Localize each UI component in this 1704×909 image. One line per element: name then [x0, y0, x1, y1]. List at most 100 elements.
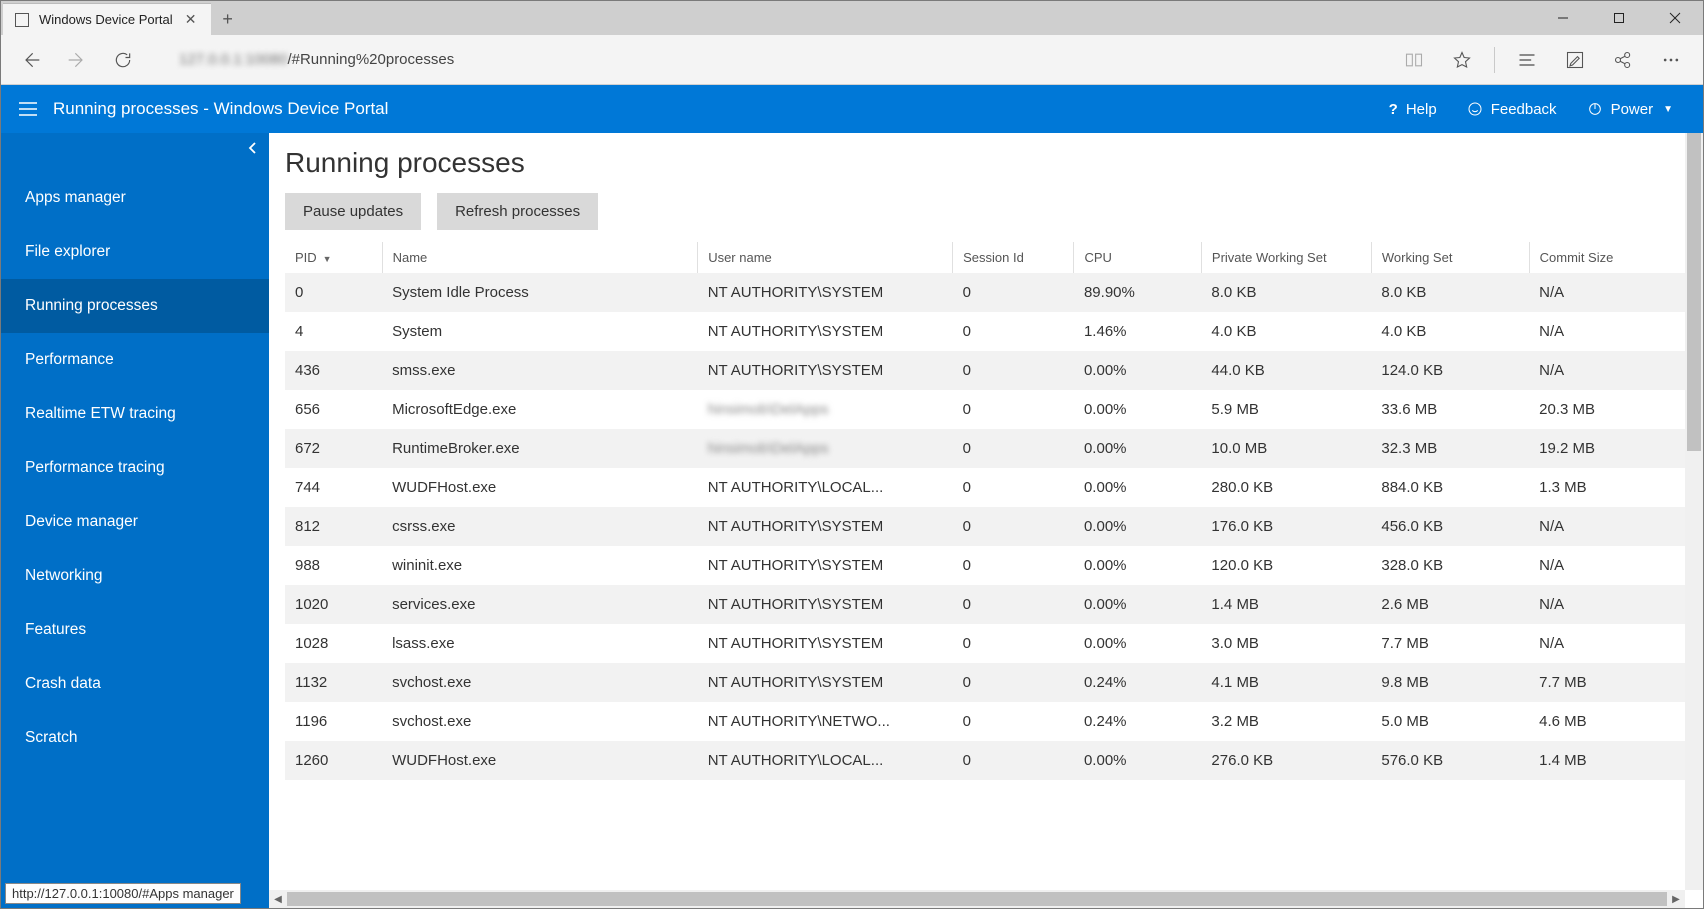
cell: 5.0 MB — [1371, 702, 1529, 741]
cell: 0.24% — [1074, 702, 1201, 741]
cell: wininit.exe — [382, 546, 698, 585]
hub-icon[interactable] — [1505, 40, 1549, 80]
table-row[interactable]: 436smss.exeNT AUTHORITY\SYSTEM00.00%44.0… — [285, 351, 1687, 390]
cell: svchost.exe — [382, 663, 698, 702]
column-header-working-set[interactable]: Working Set — [1371, 242, 1529, 273]
cell: 0.00% — [1074, 546, 1201, 585]
reading-view-icon[interactable] — [1392, 40, 1436, 80]
refresh-processes-button[interactable]: Refresh processes — [437, 193, 598, 230]
cell: NT AUTHORITY\NETWO... — [698, 702, 953, 741]
url-display[interactable]: 127.0.0.1:10080 /#Running%20processes — [179, 51, 454, 68]
column-header-commit-size[interactable]: Commit Size — [1529, 242, 1687, 273]
cell: NT AUTHORITY\SYSTEM — [698, 663, 953, 702]
close-tab-icon[interactable]: ✕ — [183, 12, 199, 28]
table-row[interactable]: 672RuntimeBroker.exehinsimob\DelApps00.0… — [285, 429, 1687, 468]
feedback-link[interactable]: Feedback — [1455, 85, 1569, 133]
cell: RuntimeBroker.exe — [382, 429, 698, 468]
cell: NT AUTHORITY\SYSTEM — [698, 273, 953, 312]
cell: 0 — [953, 507, 1074, 546]
help-link[interactable]: ? Help — [1377, 85, 1449, 133]
hscroll-thumb[interactable] — [287, 892, 1667, 906]
cell: hinsimob\DelApps — [698, 390, 953, 429]
status-bar-link-preview: http://127.0.0.1:10080/#Apps manager — [5, 883, 241, 904]
sidebar-item-realtime-etw-tracing[interactable]: Realtime ETW tracing — [1, 387, 269, 441]
vertical-scrollbar[interactable] — [1685, 133, 1703, 890]
table-row[interactable]: 1132svchost.exeNT AUTHORITY\SYSTEM00.24%… — [285, 663, 1687, 702]
sidebar-item-apps-manager[interactable]: Apps manager — [1, 171, 269, 225]
power-menu[interactable]: Power ▼ — [1575, 85, 1685, 133]
nav-back-button[interactable] — [11, 40, 51, 80]
more-icon[interactable] — [1649, 40, 1693, 80]
sidebar-item-crash-data[interactable]: Crash data — [1, 657, 269, 711]
cell: 3.2 MB — [1201, 702, 1371, 741]
table-row[interactable]: 1196svchost.exeNT AUTHORITY\NETWO...00.2… — [285, 702, 1687, 741]
cell: 436 — [285, 351, 382, 390]
cell: 33.6 MB — [1371, 390, 1529, 429]
table-row[interactable]: 988wininit.exeNT AUTHORITY\SYSTEM00.00%1… — [285, 546, 1687, 585]
cell: 1132 — [285, 663, 382, 702]
table-row[interactable]: 4SystemNT AUTHORITY\SYSTEM01.46%4.0 KB4.… — [285, 312, 1687, 351]
cell: 1028 — [285, 624, 382, 663]
window-maximize-button[interactable] — [1591, 1, 1647, 35]
tab-title: Windows Device Portal — [39, 12, 173, 27]
table-row[interactable]: 812csrss.exeNT AUTHORITY\SYSTEM00.00%176… — [285, 507, 1687, 546]
sidebar-collapse-icon[interactable] — [247, 141, 259, 157]
cell: 0 — [953, 429, 1074, 468]
column-header-name[interactable]: Name — [382, 242, 698, 273]
cell: 19.2 MB — [1529, 429, 1687, 468]
cell: 744 — [285, 468, 382, 507]
sidebar-item-scratch[interactable]: Scratch — [1, 711, 269, 765]
cell: svchost.exe — [382, 702, 698, 741]
cell: 4.0 KB — [1371, 312, 1529, 351]
table-row[interactable]: 1020services.exeNT AUTHORITY\SYSTEM00.00… — [285, 585, 1687, 624]
cell: 0 — [953, 702, 1074, 741]
nav-forward-button[interactable] — [57, 40, 97, 80]
cell: N/A — [1529, 585, 1687, 624]
sidebar-item-features[interactable]: Features — [1, 603, 269, 657]
sidebar-item-networking[interactable]: Networking — [1, 549, 269, 603]
favorite-star-icon[interactable] — [1440, 40, 1484, 80]
window-minimize-button[interactable] — [1535, 1, 1591, 35]
hscroll-left-icon[interactable]: ◀ — [269, 890, 287, 908]
cell: 0.00% — [1074, 351, 1201, 390]
cell: 0 — [953, 663, 1074, 702]
cell: 0 — [285, 273, 382, 312]
hamburger-menu-icon[interactable] — [7, 85, 49, 133]
column-header-cpu[interactable]: CPU — [1074, 242, 1201, 273]
window-close-button[interactable] — [1647, 1, 1703, 35]
vertical-scroll-thumb[interactable] — [1687, 133, 1701, 451]
table-row[interactable]: 744WUDFHost.exeNT AUTHORITY\LOCAL...00.0… — [285, 468, 1687, 507]
column-header-user-name[interactable]: User name — [698, 242, 953, 273]
table-row[interactable]: 0System Idle ProcessNT AUTHORITY\SYSTEM0… — [285, 273, 1687, 312]
cell: 1.46% — [1074, 312, 1201, 351]
table-row[interactable]: 1260WUDFHost.exeNT AUTHORITY\LOCAL...00.… — [285, 741, 1687, 780]
table-row[interactable]: 656MicrosoftEdge.exehinsimob\DelApps00.0… — [285, 390, 1687, 429]
cell: MicrosoftEdge.exe — [382, 390, 698, 429]
column-header-private-working-set[interactable]: Private Working Set — [1201, 242, 1371, 273]
webnote-icon[interactable] — [1553, 40, 1597, 80]
table-row[interactable]: 1028lsass.exeNT AUTHORITY\SYSTEM00.00%3.… — [285, 624, 1687, 663]
column-header-session-id[interactable]: Session Id — [953, 242, 1074, 273]
sidebar-item-file-explorer[interactable]: File explorer — [1, 225, 269, 279]
hscroll-right-icon[interactable]: ▶ — [1667, 890, 1685, 908]
sidebar-item-running-processes[interactable]: Running processes — [1, 279, 269, 333]
sidebar-item-performance[interactable]: Performance — [1, 333, 269, 387]
process-table: PID▼NameUser nameSession IdCPUPrivate Wo… — [285, 242, 1687, 780]
app-header-bar: Running processes - Windows Device Porta… — [1, 85, 1703, 133]
column-header-pid[interactable]: PID▼ — [285, 242, 382, 273]
nav-refresh-button[interactable] — [103, 40, 143, 80]
sidebar-item-performance-tracing[interactable]: Performance tracing — [1, 441, 269, 495]
new-tab-button[interactable]: + — [211, 3, 245, 35]
tab-strip: Windows Device Portal ✕ + — [1, 1, 245, 35]
sidebar-item-device-manager[interactable]: Device manager — [1, 495, 269, 549]
cell: 1.3 MB — [1529, 468, 1687, 507]
browser-tab[interactable]: Windows Device Portal ✕ — [3, 3, 211, 35]
pause-updates-button[interactable]: Pause updates — [285, 193, 421, 230]
horizontal-scrollbar[interactable]: ◀ ▶ — [269, 890, 1685, 908]
address-bar: 127.0.0.1:10080 /#Running%20processes — [1, 35, 1703, 85]
share-icon[interactable] — [1601, 40, 1645, 80]
hscroll-track[interactable] — [287, 890, 1667, 908]
separator — [1494, 47, 1495, 73]
cell: 1.4 MB — [1529, 741, 1687, 780]
cell: 1260 — [285, 741, 382, 780]
